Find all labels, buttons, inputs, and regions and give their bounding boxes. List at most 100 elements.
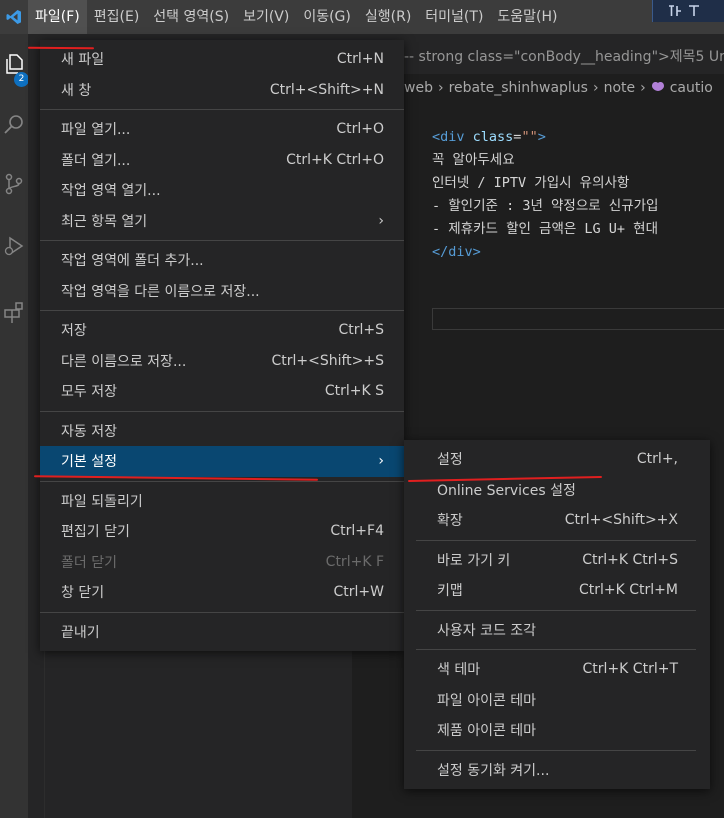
menu-item-label: 기본 설정 xyxy=(61,454,117,471)
code-editor[interactable]: <div class=""> 꼭 알아두세요 인터넷 / IPTV 가입시 유의… xyxy=(432,126,658,264)
menu-separator xyxy=(40,109,404,110)
menu-item-product-icon-theme[interactable]: 제품 아이콘 테마 xyxy=(404,715,710,746)
source-control-icon[interactable] xyxy=(0,164,28,204)
breadcrumb-item[interactable]: cautio xyxy=(670,80,713,96)
editor-tab-label[interactable]: -- strong class="conBody__heading">제목5 U… xyxy=(404,46,724,66)
menu-item-open-folder[interactable]: 폴더 열기... Ctrl+K Ctrl+O xyxy=(40,145,404,176)
menu-item-auto-save[interactable]: 자동 저장 xyxy=(40,416,404,447)
menu-item-shortcut: Ctrl+<Shift>+X xyxy=(564,512,678,529)
menu-item-add-folder[interactable]: 작업 영역에 폴더 추가... xyxy=(40,245,404,276)
menu-item-shortcut: Ctrl+W xyxy=(333,584,384,601)
menu-item-keyboard-shortcuts[interactable]: 바로 가기 키 Ctrl+K Ctrl+S xyxy=(404,545,710,576)
code-line: </div> xyxy=(432,244,481,260)
menu-item-revert-file[interactable]: 파일 되돌리기 xyxy=(40,486,404,517)
menu-item-label: 작업 영역 열기... xyxy=(61,183,161,200)
breadcrumb-item[interactable]: web xyxy=(404,80,433,96)
menu-separator xyxy=(40,611,404,613)
menu-item-label: 창 닫기 xyxy=(61,585,105,602)
menu-item-close-window[interactable]: 창 닫기 Ctrl+W xyxy=(40,577,404,608)
menu-item-shortcut: Ctrl+K Ctrl+T xyxy=(582,661,678,678)
code-token: "" xyxy=(521,129,538,145)
menu-item-label: 설정 xyxy=(437,452,463,469)
menu-separator xyxy=(416,539,696,541)
menu-separator xyxy=(416,749,696,751)
menu-item-shortcut: Ctrl+K F xyxy=(325,553,384,570)
menu-selection[interactable]: 선택 영역(S) xyxy=(146,0,236,34)
menu-item-user-snippets[interactable]: 사용자 코드 조각 xyxy=(404,615,710,646)
menu-item-preferences[interactable]: 기본 설정 › xyxy=(40,446,404,477)
menu-item-save[interactable]: 저장 Ctrl+S xyxy=(40,315,404,346)
menu-item-label: 폴더 닫기 xyxy=(61,554,117,571)
menu-item-label: 색 테마 xyxy=(437,662,481,679)
file-menu: 새 파일 Ctrl+N 새 창 Ctrl+<Shift>+N 파일 열기... Ctr… xyxy=(40,40,404,651)
breadcrumb-item[interactable]: note xyxy=(604,80,636,96)
search-icon[interactable] xyxy=(0,104,28,144)
menu-item-shortcut: Ctrl+, xyxy=(636,451,678,468)
menu-item-label: 확장 xyxy=(437,513,463,530)
code-line: 인터넷 / IPTV 가입시 유의사항 xyxy=(432,175,630,191)
menu-item-open-recent[interactable]: 최근 항목 열기 › xyxy=(40,206,404,237)
breadcrumb-item[interactable]: rebate_shinhwaplus xyxy=(449,80,588,96)
menu-terminal[interactable]: 터미널(T) xyxy=(418,0,490,34)
menu-item-open-file[interactable]: 파일 열기... Ctrl+O xyxy=(40,114,404,145)
menu-item-label: 바로 가기 키 xyxy=(437,552,511,569)
menu-item-new-window[interactable]: 새 창 Ctrl+<Shift>+N xyxy=(40,75,404,106)
menu-edit[interactable]: 편집(E) xyxy=(87,0,147,34)
menu-item-label: 작업 영역에 폴더 추가... xyxy=(61,253,204,270)
extensions-icon[interactable] xyxy=(0,292,28,332)
menu-item-extensions[interactable]: 확장 Ctrl+<Shift>+X xyxy=(404,505,710,536)
chevron-right-icon: › xyxy=(592,80,599,96)
menu-item-label: 작업 영역을 다른 이름으로 저장... xyxy=(61,283,260,300)
menu-item-save-all[interactable]: 모두 저장 Ctrl+K S xyxy=(40,376,404,407)
menu-separator xyxy=(416,609,696,611)
menu-run[interactable]: 실행(R) xyxy=(358,0,418,34)
menu-item-keymaps[interactable]: 키맵 Ctrl+K Ctrl+M xyxy=(404,575,710,606)
breadcrumb: web › rebate_shinhwaplus › note › cautio xyxy=(404,80,713,96)
chevron-right-icon: › xyxy=(378,212,384,229)
menu-item-label: 파일 아이콘 테마 xyxy=(437,692,537,709)
explorer-icon[interactable]: 2 xyxy=(0,44,29,87)
menu-item-label: Online Services 설정 xyxy=(437,482,576,499)
menu-item-close-folder: 폴더 닫기 Ctrl+K F xyxy=(40,547,404,578)
menu-go[interactable]: 이동(G) xyxy=(296,0,358,34)
menu-item-shortcut: Ctrl+K S xyxy=(324,383,384,400)
menu-item-label: 모두 저장 xyxy=(61,384,117,401)
activity-bar: 2 xyxy=(0,34,29,818)
menu-item-label: 설정 동기화 켜기... xyxy=(437,762,550,779)
menu-item-turn-on-settings-sync[interactable]: 설정 동기화 켜기... xyxy=(404,755,710,786)
menu-separator xyxy=(416,649,696,650)
menu-item-label: 파일 열기... xyxy=(61,122,131,139)
title-bar: 파일(F) 편집(E) 선택 영역(S) 보기(V) 이동(G) 실행(R) 터… xyxy=(0,0,724,34)
menu-bar: 파일(F) 편집(E) 선택 영역(S) 보기(V) 이동(G) 실행(R) 터… xyxy=(28,0,565,34)
run-debug-icon[interactable] xyxy=(0,226,28,266)
menu-item-shortcut: Ctrl+K Ctrl+S xyxy=(582,551,678,568)
symbol-icon xyxy=(651,80,665,96)
menu-view[interactable]: 보기(V) xyxy=(236,0,296,34)
menu-item-shortcut: Ctrl+K Ctrl+O xyxy=(286,151,384,168)
menu-item-label: 저장 xyxy=(61,323,87,340)
menu-separator xyxy=(40,480,404,482)
menu-item-new-file[interactable]: 새 파일 Ctrl+N xyxy=(40,44,404,75)
menu-item-open-workspace[interactable]: 작업 영역 열기... xyxy=(40,175,404,206)
code-line: - 제휴카드 할인 금액은 LG U+ 현대 xyxy=(432,221,659,237)
menu-item-save-workspace-as[interactable]: 작업 영역을 다른 이름으로 저장... xyxy=(40,276,404,307)
menu-item-exit[interactable]: 끝내기 xyxy=(40,617,404,648)
layout-icon xyxy=(669,5,699,16)
menu-item-shortcut: Ctrl+F4 xyxy=(330,523,384,540)
menu-separator xyxy=(40,310,404,311)
menu-item-save-as[interactable]: 다른 이름으로 저장... Ctrl+<Shift>+S xyxy=(40,346,404,377)
menu-item-label: 새 파일 xyxy=(61,52,105,69)
menu-help[interactable]: 도움말(H) xyxy=(490,0,564,34)
menu-item-settings[interactable]: 설정 Ctrl+, xyxy=(404,444,710,475)
menu-file[interactable]: 파일(F) xyxy=(28,0,87,34)
menu-item-color-theme[interactable]: 색 테마 Ctrl+K Ctrl+T xyxy=(404,654,710,685)
menu-item-shortcut: Ctrl+S xyxy=(338,322,384,339)
menu-item-label: 키맵 xyxy=(437,583,463,600)
code-token: class xyxy=(464,129,514,145)
menu-item-label: 편집기 닫기 xyxy=(61,524,130,541)
menu-item-close-editor[interactable]: 편집기 닫기 Ctrl+F4 xyxy=(40,516,404,547)
explorer-badge: 2 xyxy=(14,72,29,87)
layout-control-button[interactable] xyxy=(652,0,724,22)
menu-item-file-icon-theme[interactable]: 파일 아이콘 테마 xyxy=(404,685,710,716)
code-line: <div class=""> xyxy=(432,126,658,149)
